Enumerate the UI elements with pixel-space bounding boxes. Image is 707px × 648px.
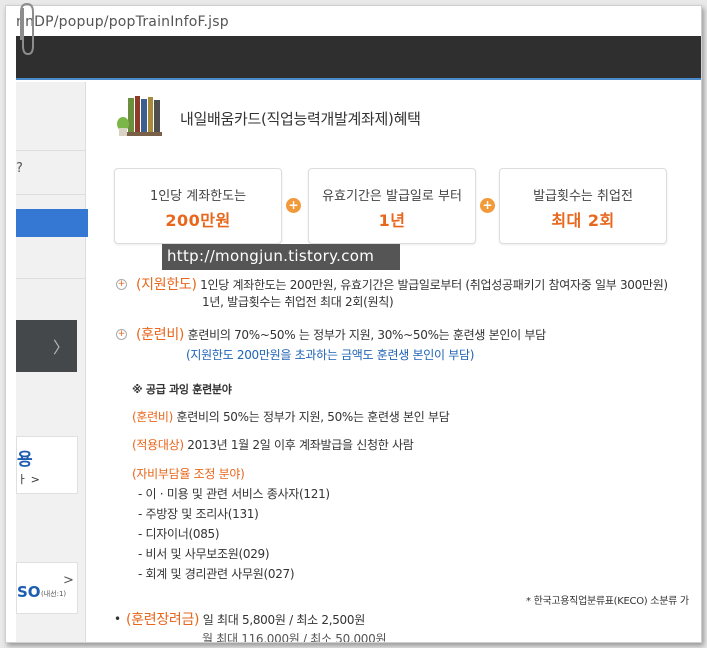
box-value: 200만원: [165, 211, 231, 230]
limit-label: (지원한도): [136, 277, 197, 293]
allowance-text: 일 최대 5,800원 / 최소 2,500원: [202, 613, 366, 627]
limit-text: 1인당 계좌한도는 200만원, 유효기간은 발급일로부터 (취업성공패키기 참…: [200, 278, 668, 292]
keco-note: * 한국고용직업분류표(KECO) 소분류 가: [526, 596, 689, 607]
list-item: - 주방장 및 조리사(131): [138, 507, 259, 521]
limit-box: 1인당 계좌한도는 200만원: [114, 168, 282, 244]
popup-window: nnDP/popup/popTrainInfoF.jsp ? 〉 용 ㅏ > S…: [5, 5, 702, 643]
fee-text: 훈련비의 70%~50% 는 정부가 지원, 30%~50%는 훈련생 본인이 …: [187, 328, 547, 342]
card-title: SO: [17, 583, 41, 601]
left-sidebar: ? 〉 용 ㅏ > SO (내선:1) >: [16, 82, 88, 642]
adjust-label: (자비부담율 조정 분야): [132, 467, 245, 481]
target-label: (적용대상): [132, 438, 184, 452]
limit-text-2: 1년, 발급횟수는 취업전 최대 2회(원칙): [202, 295, 394, 309]
plus-icon: +: [286, 198, 301, 213]
box-value: 최대 2회: [551, 211, 615, 230]
allowance-text-cut: 월 최대 116,000원 / 최소 50,000원: [202, 632, 387, 643]
sidebar-contact-card[interactable]: SO (내선:1) >: [16, 562, 78, 614]
allowance-label: (훈련장려금): [126, 612, 200, 628]
divider: [16, 194, 86, 195]
divider: [16, 278, 86, 279]
divider: [16, 150, 86, 151]
books-icon: [117, 96, 162, 136]
sidebar-active-item[interactable]: [16, 209, 88, 237]
chevron-right-icon: 〉: [52, 338, 69, 357]
box-label: 유효기간은 발급일로 부터: [322, 189, 462, 204]
fee-note: (지원한도 200만원을 초과하는 금액도 훈련생 본인이 부담): [186, 348, 475, 362]
plus-circle-icon: +: [116, 279, 127, 290]
url-text: nnDP/popup/popTrainInfoF.jsp: [16, 14, 229, 30]
sidebar-banner[interactable]: 〉: [16, 320, 77, 372]
target-text: 2013년 1월 2일 이후 계좌발급을 신청한 사람: [187, 438, 414, 452]
card-link: ㅏ >: [17, 473, 40, 486]
plus-circle-icon: +: [116, 329, 127, 340]
plus-icon: +: [480, 198, 495, 213]
paperclip-icon: [20, 2, 34, 56]
issue-count-box: 발급횟수는 취업전 최대 2회: [499, 168, 667, 244]
card-title: 용: [17, 450, 33, 470]
box-label: 1인당 계좌한도는: [149, 189, 247, 204]
fee-label: (훈련비): [136, 327, 185, 343]
supply-fee-text: 훈련비의 50%는 정부가 지원, 50%는 훈련생 본인 부담: [176, 410, 450, 424]
bullet: •: [114, 612, 122, 626]
list-item: - 디자이너(085): [138, 527, 220, 541]
watermark: http://mongjun.tistory.com: [162, 244, 400, 270]
supply-fee-label: (훈련비): [132, 410, 173, 424]
validity-box: 유효기간은 발급일로 부터 1년: [308, 168, 476, 244]
main-content: 내일배움카드(직업능력개발계좌제)혜택 1인당 계좌한도는 200만원 + 유효…: [104, 82, 701, 643]
supply-header: ※ 공급 과잉 훈련분야: [132, 383, 232, 396]
box-value: 1년: [378, 211, 406, 230]
list-item: - 이 · 미용 및 관련 서비스 종사자(121): [138, 487, 330, 501]
sidebar-card[interactable]: 용 ㅏ >: [16, 436, 78, 494]
top-nav-bar: [16, 36, 701, 80]
box-label: 발급횟수는 취업전: [533, 189, 633, 204]
chevron-right-icon: >: [63, 573, 74, 588]
list-item: - 회계 및 경리관련 사무원(027): [138, 567, 295, 581]
page-title: 내일배움카드(직업능력개발계좌제)혜택: [180, 110, 421, 128]
card-extension: (내선:1): [41, 590, 67, 598]
sidebar-question[interactable]: ?: [16, 161, 23, 176]
list-item: - 비서 및 사무보조원(029): [138, 547, 270, 561]
